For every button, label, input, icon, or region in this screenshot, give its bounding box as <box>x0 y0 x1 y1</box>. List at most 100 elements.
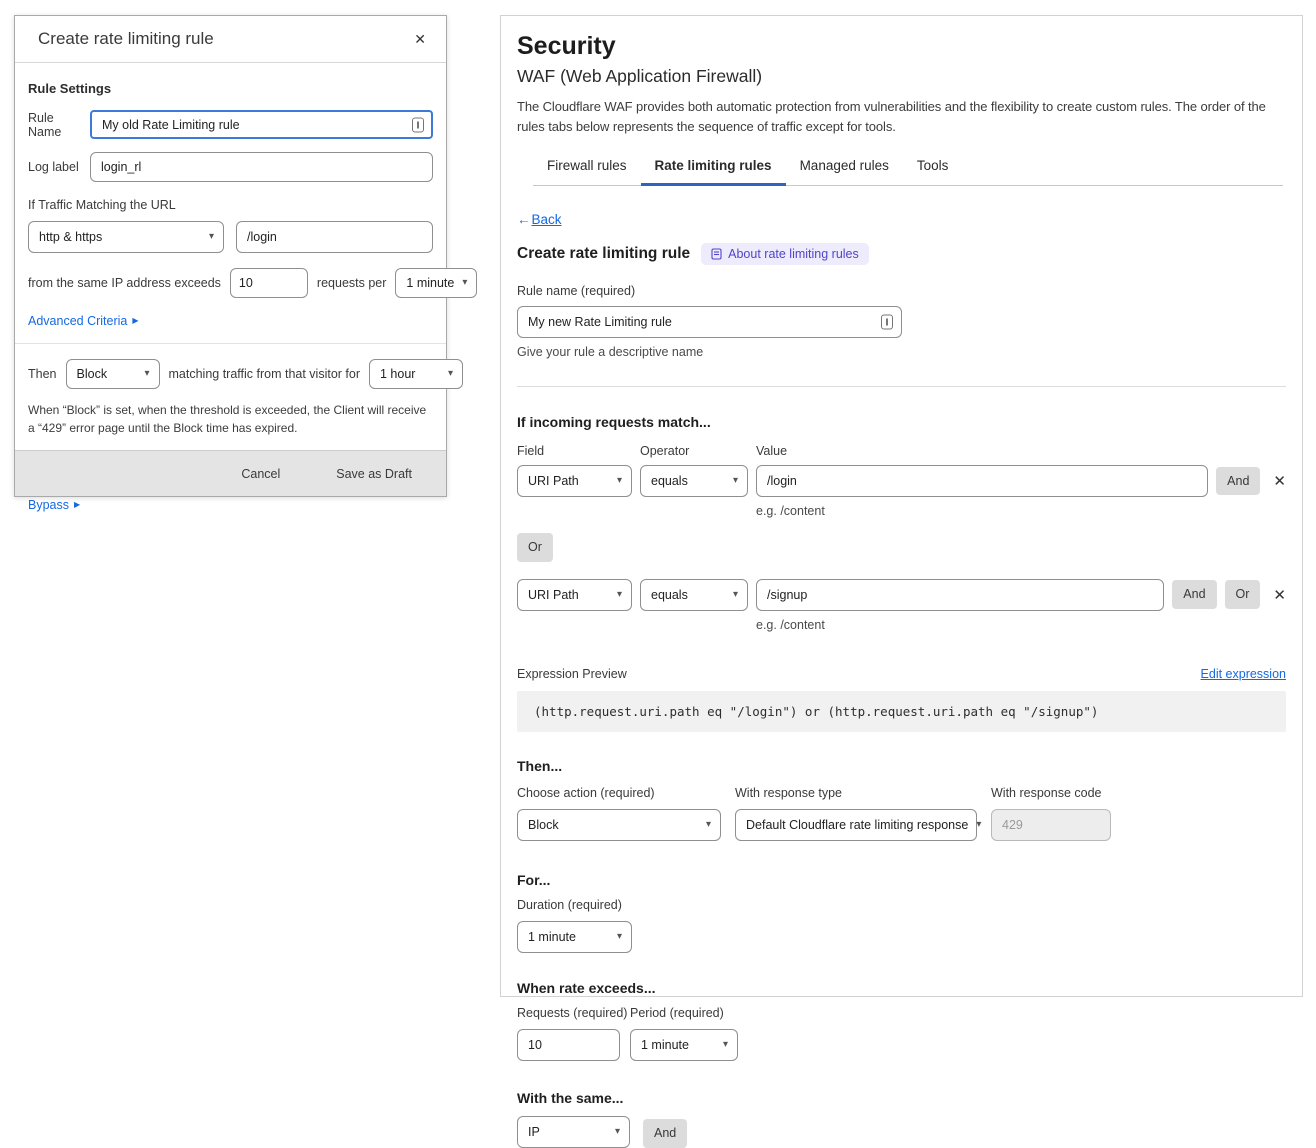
tab-managed-rules[interactable]: Managed rules <box>786 148 903 185</box>
caret-down-icon: ▾ <box>733 476 738 486</box>
requests-input[interactable] <box>517 1029 620 1061</box>
value-column-label: Value <box>756 444 787 458</box>
for-section: For... Duration (required) 1 minute ▾ <box>517 872 1286 953</box>
remove-condition-icon[interactable]: ✕ <box>1273 586 1286 604</box>
period-select[interactable]: 1 minute ▾ <box>395 268 477 298</box>
page-description: The Cloudflare WAF provides both automat… <box>517 97 1286 136</box>
bypass-link[interactable]: Bypass ▶ <box>28 498 80 512</box>
rule-name-label: Rule Name <box>28 111 90 139</box>
dialog-title: Create rate limiting rule <box>38 29 214 49</box>
operator-select[interactable]: equals ▾ <box>640 465 748 497</box>
about-rate-limiting-badge[interactable]: About rate limiting rules <box>701 243 869 265</box>
rate-heading: When rate exceeds... <box>517 980 1286 996</box>
back-label: Back <box>532 212 562 227</box>
field-column-label: Field <box>517 444 640 458</box>
dialog-header: Create rate limiting rule ✕ <box>15 16 446 63</box>
back-link[interactable]: ←Back <box>517 212 562 227</box>
caret-down-icon: ▾ <box>209 232 214 242</box>
period-select[interactable]: 1 minute ▾ <box>630 1029 738 1061</box>
caret-down-icon: ▾ <box>615 1127 620 1137</box>
response-type-select[interactable]: Default Cloudflare rate limiting respons… <box>735 809 977 841</box>
tab-tools[interactable]: Tools <box>903 148 963 185</box>
caret-down-icon: ▾ <box>144 369 149 379</box>
url-input[interactable] <box>236 221 433 253</box>
dialog-footer: Cancel Save as Draft <box>15 450 446 496</box>
value-input[interactable] <box>756 579 1164 611</box>
duration-select-value: 1 minute <box>528 930 576 944</box>
then-row: Then Block ▾ matching traffic from that … <box>28 359 433 389</box>
characteristic-select[interactable]: IP ▾ <box>517 1116 630 1148</box>
bypass-label: Bypass <box>28 498 69 512</box>
expression-preview-label: Expression Preview <box>517 667 627 681</box>
rule-name-input[interactable] <box>90 110 433 139</box>
log-label-input[interactable] <box>90 152 433 182</box>
threshold-input[interactable] <box>230 268 308 298</box>
and-button[interactable]: And <box>1216 467 1260 496</box>
response-code-label: With response code <box>991 786 1111 800</box>
action-select[interactable]: Block ▾ <box>517 809 721 841</box>
field-select[interactable]: URI Path ▾ <box>517 465 632 497</box>
threshold-prefix-text: from the same IP address exceeds <box>28 276 221 290</box>
value-input[interactable] <box>756 465 1208 497</box>
close-icon[interactable]: ✕ <box>414 32 426 46</box>
condition-column-labels: Field Operator Value <box>517 444 1286 458</box>
condition-row: URI Path ▾ equals ▾ And ✕ <box>517 465 1286 497</box>
duration-label: Duration (required) <box>517 898 1286 912</box>
waf-security-panel: Security WAF (Web Application Firewall) … <box>500 15 1303 997</box>
then-label: Then <box>28 367 57 381</box>
document-icon <box>711 248 722 260</box>
autofill-icon[interactable] <box>881 315 893 330</box>
cancel-button[interactable]: Cancel <box>235 466 286 482</box>
response-code-input <box>991 809 1111 841</box>
then-section: Then... Choose action (required) Block ▾… <box>517 758 1286 841</box>
form-title: Create rate limiting rule <box>517 245 690 263</box>
operator-select-value: equals <box>651 588 688 602</box>
tab-firewall-rules[interactable]: Firewall rules <box>533 148 641 185</box>
ban-duration-value: 1 hour <box>380 367 415 381</box>
edit-expression-link[interactable]: Edit expression <box>1201 667 1286 681</box>
then-heading: Then... <box>517 758 1286 774</box>
caret-down-icon: ▾ <box>617 590 622 600</box>
expression-section: Expression Preview Edit expression (http… <box>517 667 1286 732</box>
operator-select-value: equals <box>651 474 688 488</box>
back-row: ←Back <box>517 212 1286 227</box>
save-as-draft-button[interactable]: Save as Draft <box>330 466 418 482</box>
match-heading: If incoming requests match... <box>517 414 1286 430</box>
url-match-row: http & https ▾ <box>28 221 433 253</box>
choose-action-label: Choose action (required) <box>517 786 721 800</box>
for-heading: For... <box>517 872 1286 888</box>
duration-select[interactable]: 1 minute ▾ <box>517 921 632 953</box>
caret-down-icon: ▾ <box>976 820 981 830</box>
rule-name-input[interactable] <box>517 306 902 338</box>
back-arrow-icon: ← <box>517 212 531 227</box>
and-characteristic-button[interactable]: And <box>643 1119 687 1148</box>
scheme-select[interactable]: http & https ▾ <box>28 221 224 253</box>
legacy-rate-limit-dialog: Create rate limiting rule ✕ Rule Setting… <box>14 15 447 497</box>
requests-label: Requests (required) <box>517 1006 620 1020</box>
operator-column-label: Operator <box>640 444 756 458</box>
autofill-icon[interactable] <box>412 117 424 132</box>
period-select-value: 1 minute <box>406 276 454 290</box>
page-title: Security <box>517 32 1286 61</box>
operator-select[interactable]: equals ▾ <box>640 579 748 611</box>
scheme-select-value: http & https <box>39 230 102 244</box>
rule-settings-heading: Rule Settings <box>28 81 433 96</box>
action-select[interactable]: Block ▾ <box>66 359 160 389</box>
disclosure-icon: ▶ <box>132 317 138 325</box>
rate-section: When rate exceeds... Requests (required)… <box>517 980 1286 1061</box>
advanced-criteria-link[interactable]: Advanced Criteria ▶ <box>28 314 139 328</box>
remove-condition-icon[interactable]: ✕ <box>1273 472 1286 490</box>
or-button[interactable]: Or <box>517 533 553 562</box>
block-note-text: When “Block” is set, when the threshold … <box>28 401 433 437</box>
field-select[interactable]: URI Path ▾ <box>517 579 632 611</box>
waf-tab-bar: Firewall rules Rate limiting rules Manag… <box>533 148 1283 186</box>
and-button[interactable]: And <box>1172 580 1216 609</box>
rule-name-helper: Give your rule a descriptive name <box>517 345 1286 359</box>
ban-duration-select[interactable]: 1 hour ▾ <box>369 359 463 389</box>
traffic-matching-heading: If Traffic Matching the URL <box>28 198 433 212</box>
divider <box>517 386 1286 387</box>
tab-rate-limiting-rules[interactable]: Rate limiting rules <box>641 148 786 185</box>
log-label-row: Log label <box>28 152 433 182</box>
or-button[interactable]: Or <box>1225 580 1261 609</box>
caret-down-icon: ▾ <box>723 1040 728 1050</box>
